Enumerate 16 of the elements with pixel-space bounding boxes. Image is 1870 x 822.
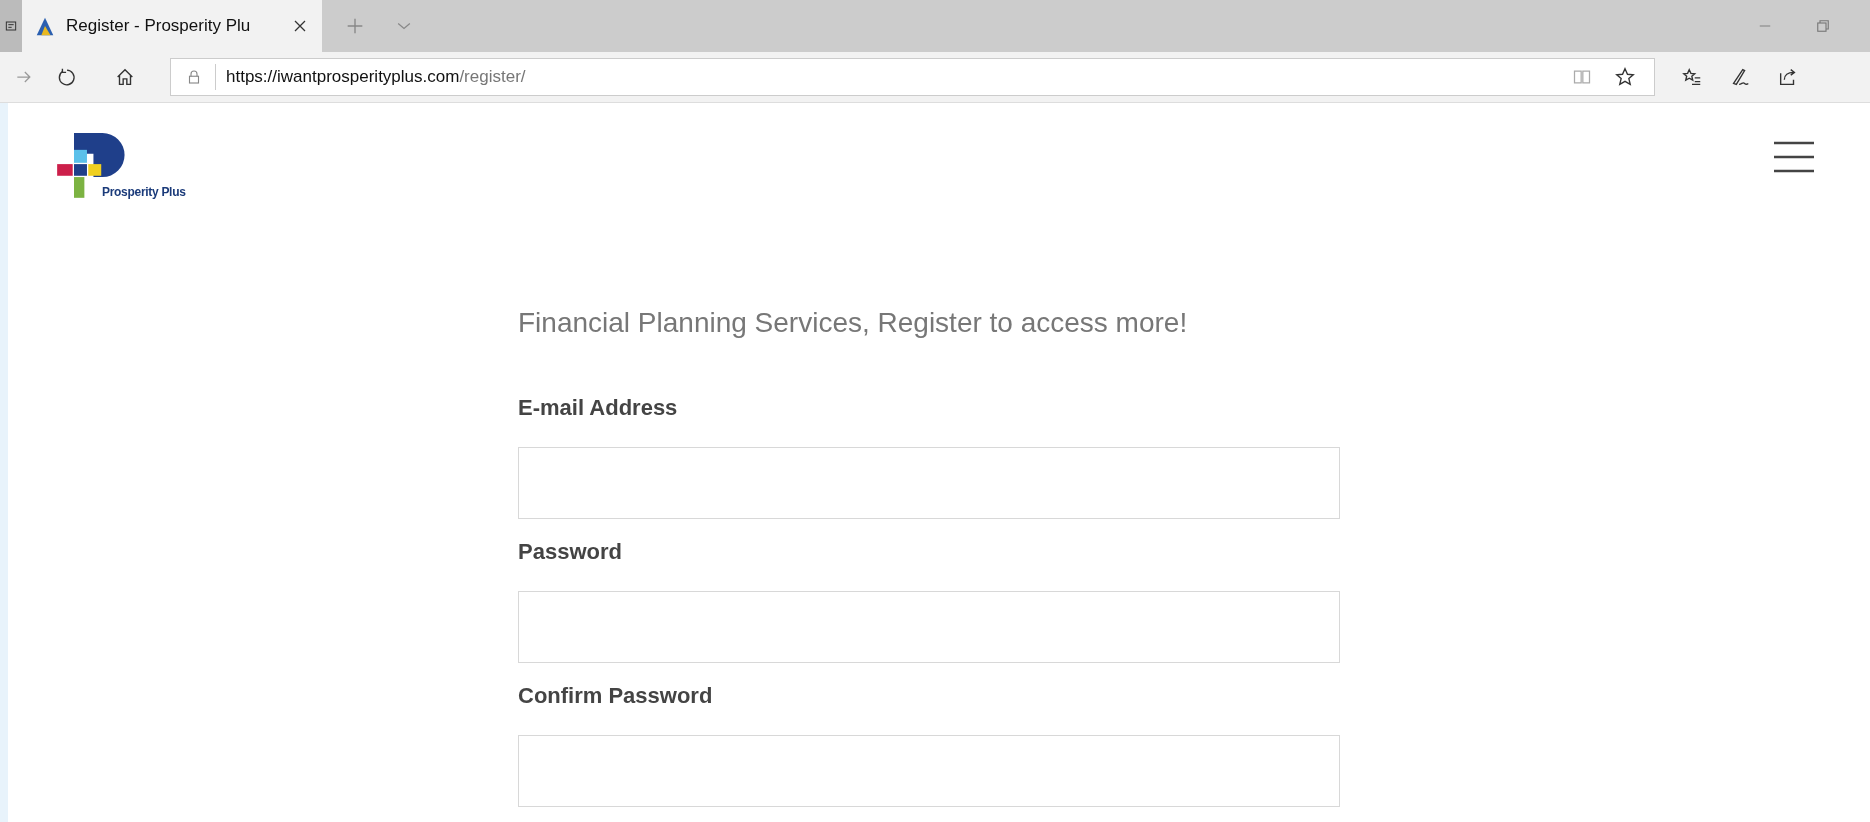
refresh-icon[interactable] [56, 66, 78, 88]
field-label: E-mail Address [518, 395, 679, 421]
favorite-star-icon[interactable] [1614, 66, 1636, 88]
field-label: Confirm Password [518, 683, 714, 709]
form-heading: Financial Planning Services, Register to access more! [518, 307, 1189, 339]
field-label: Password [518, 539, 623, 565]
input-field[interactable] [518, 735, 1340, 807]
home-icon[interactable] [114, 66, 136, 88]
input-field[interactable] [518, 447, 1340, 519]
logo-text: Prosperity Plus [102, 185, 184, 199]
tab-list-icon[interactable] [3, 18, 19, 34]
url-text[interactable]: https://iwantprosperityplus.com/register/ [215, 64, 526, 90]
menu-icon[interactable] [1774, 141, 1814, 173]
favorites-list-icon[interactable] [1681, 66, 1703, 88]
browser-tab[interactable]: Register - Prosperity Plu [22, 0, 322, 52]
input-field[interactable] [518, 591, 1340, 663]
